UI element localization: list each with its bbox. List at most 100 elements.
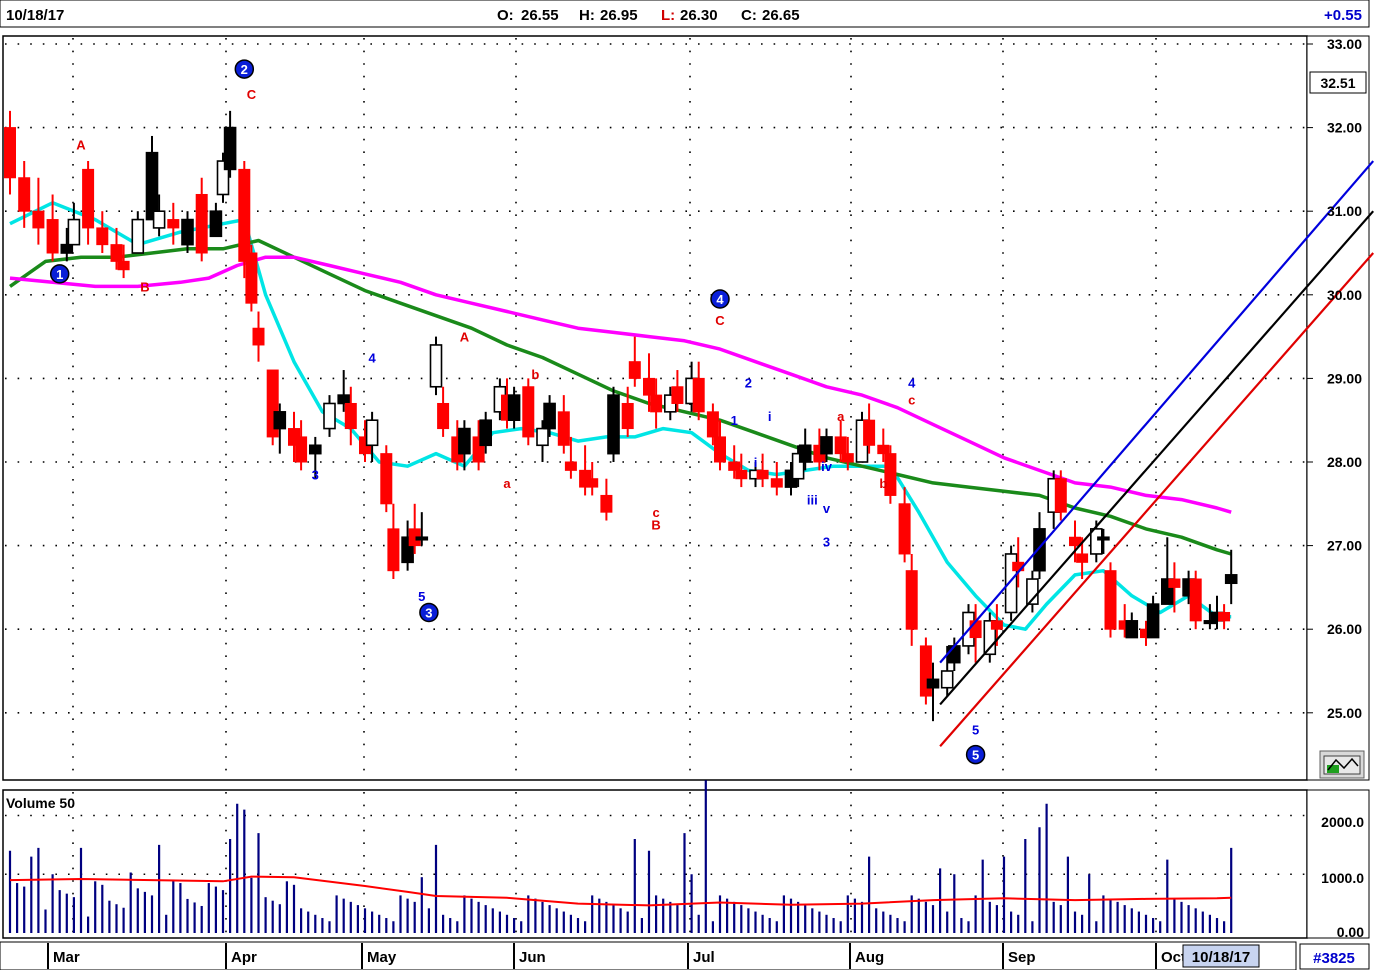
chart-tools-icon[interactable]: [1319, 750, 1365, 779]
candle-body: [671, 386, 684, 404]
candle-body: [607, 394, 620, 455]
open-label: O:: [497, 7, 514, 24]
candle-body: [756, 469, 769, 480]
wave-label-circled: 2: [241, 62, 248, 77]
candle-body: [238, 168, 251, 262]
candle-body: [600, 494, 613, 513]
wave-label: B: [140, 279, 149, 294]
header-date: 10/18/17: [6, 7, 64, 24]
wave-label: b: [879, 476, 887, 491]
candle-body: [564, 461, 577, 471]
candle-body: [245, 252, 258, 304]
candle-body: [387, 528, 400, 572]
chart-code: #3825: [1313, 950, 1355, 967]
price-chart[interactable]: 10/18/17 O: 26.55 H: 26.95 L: 26.30 C: 2…: [0, 0, 1400, 971]
candle-body: [223, 126, 237, 171]
price-axis-frame: [1306, 35, 1370, 781]
month-label: Oct: [1161, 949, 1186, 966]
candle-body: [841, 453, 854, 463]
candle-body: [1076, 553, 1089, 563]
candle-body: [1054, 478, 1067, 513]
wave-label: 4: [908, 376, 916, 391]
candle-body: [557, 411, 570, 446]
candle-body: [926, 678, 940, 689]
wave-label: c: [908, 392, 915, 407]
candle-body: [543, 402, 556, 430]
price-tick-label: 32.00: [1327, 120, 1362, 136]
candle-body: [820, 436, 833, 455]
candle-body: [628, 361, 641, 379]
high-value: 26.95: [600, 7, 638, 24]
volume-title: Volume 50: [6, 795, 75, 811]
wave-label-circled: 1: [56, 267, 63, 282]
wave-label: 3: [312, 468, 319, 483]
price-tick-label: 27.00: [1327, 538, 1362, 554]
volume-tick-0: 0.00: [1337, 924, 1364, 940]
candle-body: [110, 244, 123, 262]
chart-window: 10/18/17 O: 26.55 H: 26.95 L: 26.30 C: 2…: [0, 0, 1400, 971]
candle-body: [877, 444, 890, 455]
wave-label: 5: [418, 589, 425, 604]
price-tick-label: 31.00: [1327, 203, 1362, 219]
candle-body: [131, 218, 145, 254]
wave-label: a: [837, 409, 845, 424]
date-axis-bar: [0, 941, 1297, 971]
wave-label: 2: [745, 376, 752, 391]
candle-body: [337, 394, 351, 405]
cursor-date: 10/18/17: [1192, 949, 1250, 966]
wave-label: iii: [807, 493, 818, 508]
wave-label: B: [651, 518, 660, 533]
candle-body: [273, 411, 287, 430]
low-label: L:: [661, 7, 675, 24]
price-tick-label: 26.00: [1327, 621, 1362, 637]
candle-body: [969, 620, 982, 639]
candle-body: [252, 327, 265, 346]
wave-label: v: [823, 501, 831, 516]
candle-body: [145, 151, 159, 221]
wave-label: A: [460, 330, 470, 345]
price-tick-label: 25.00: [1327, 705, 1362, 721]
candle-body: [479, 419, 493, 447]
candle-body: [4, 127, 16, 179]
low-value: 26.30: [680, 7, 718, 24]
candle-body: [46, 219, 59, 254]
price-tick-label: 29.00: [1327, 370, 1362, 386]
candle-body: [834, 436, 847, 455]
volume-axis-frame: [1306, 789, 1370, 939]
volume-tick-2000: 2000.0: [1321, 814, 1364, 830]
month-label: Apr: [231, 949, 257, 966]
wave-label-circled: 5: [972, 748, 979, 763]
price-tick-label: 30.00: [1327, 287, 1362, 303]
wave-label: 4: [368, 351, 376, 366]
candle-body: [32, 210, 45, 229]
candle-body: [1125, 620, 1139, 639]
candle-body: [536, 427, 549, 447]
candle-body: [507, 394, 521, 421]
wave-label: 5: [972, 723, 979, 738]
candle-body: [429, 344, 443, 388]
candle-body: [863, 419, 876, 446]
month-label: Jul: [693, 949, 715, 966]
month-label: Jun: [519, 949, 546, 966]
candle-body: [181, 218, 194, 246]
wave-label: C: [715, 313, 725, 328]
candle-body: [195, 193, 208, 254]
wave-label-circled: 3: [425, 605, 432, 620]
wave-label: iv: [821, 459, 833, 474]
candle-body: [295, 436, 308, 463]
candle-body: [323, 402, 336, 430]
open-value: 26.55: [521, 7, 559, 24]
candle-body: [344, 402, 357, 430]
month-label: May: [367, 949, 397, 966]
candle-body: [60, 243, 74, 254]
candle-body: [117, 260, 130, 271]
candle-body: [1146, 603, 1160, 639]
candle-body: [919, 645, 932, 697]
candle-body: [798, 444, 812, 463]
candle-body: [947, 645, 961, 664]
close-value: 26.65: [762, 7, 800, 24]
wave-label: C: [247, 87, 257, 102]
candle-body: [522, 386, 535, 438]
close-label: C:: [741, 7, 757, 24]
month-label: Mar: [53, 949, 80, 966]
